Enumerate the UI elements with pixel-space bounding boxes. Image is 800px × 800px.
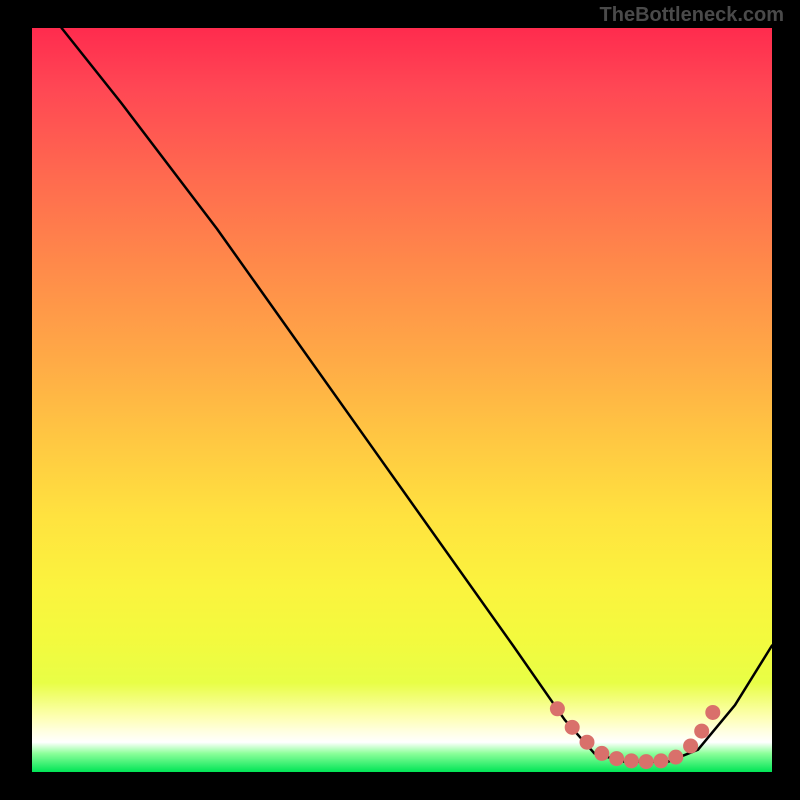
highlight-dots bbox=[550, 701, 720, 769]
plot-area bbox=[32, 28, 772, 772]
chart-container: TheBottleneck.com bbox=[0, 0, 800, 800]
main-curve bbox=[62, 28, 772, 762]
curve-svg bbox=[32, 28, 772, 772]
watermark-text: TheBottleneck.com bbox=[600, 4, 784, 27]
